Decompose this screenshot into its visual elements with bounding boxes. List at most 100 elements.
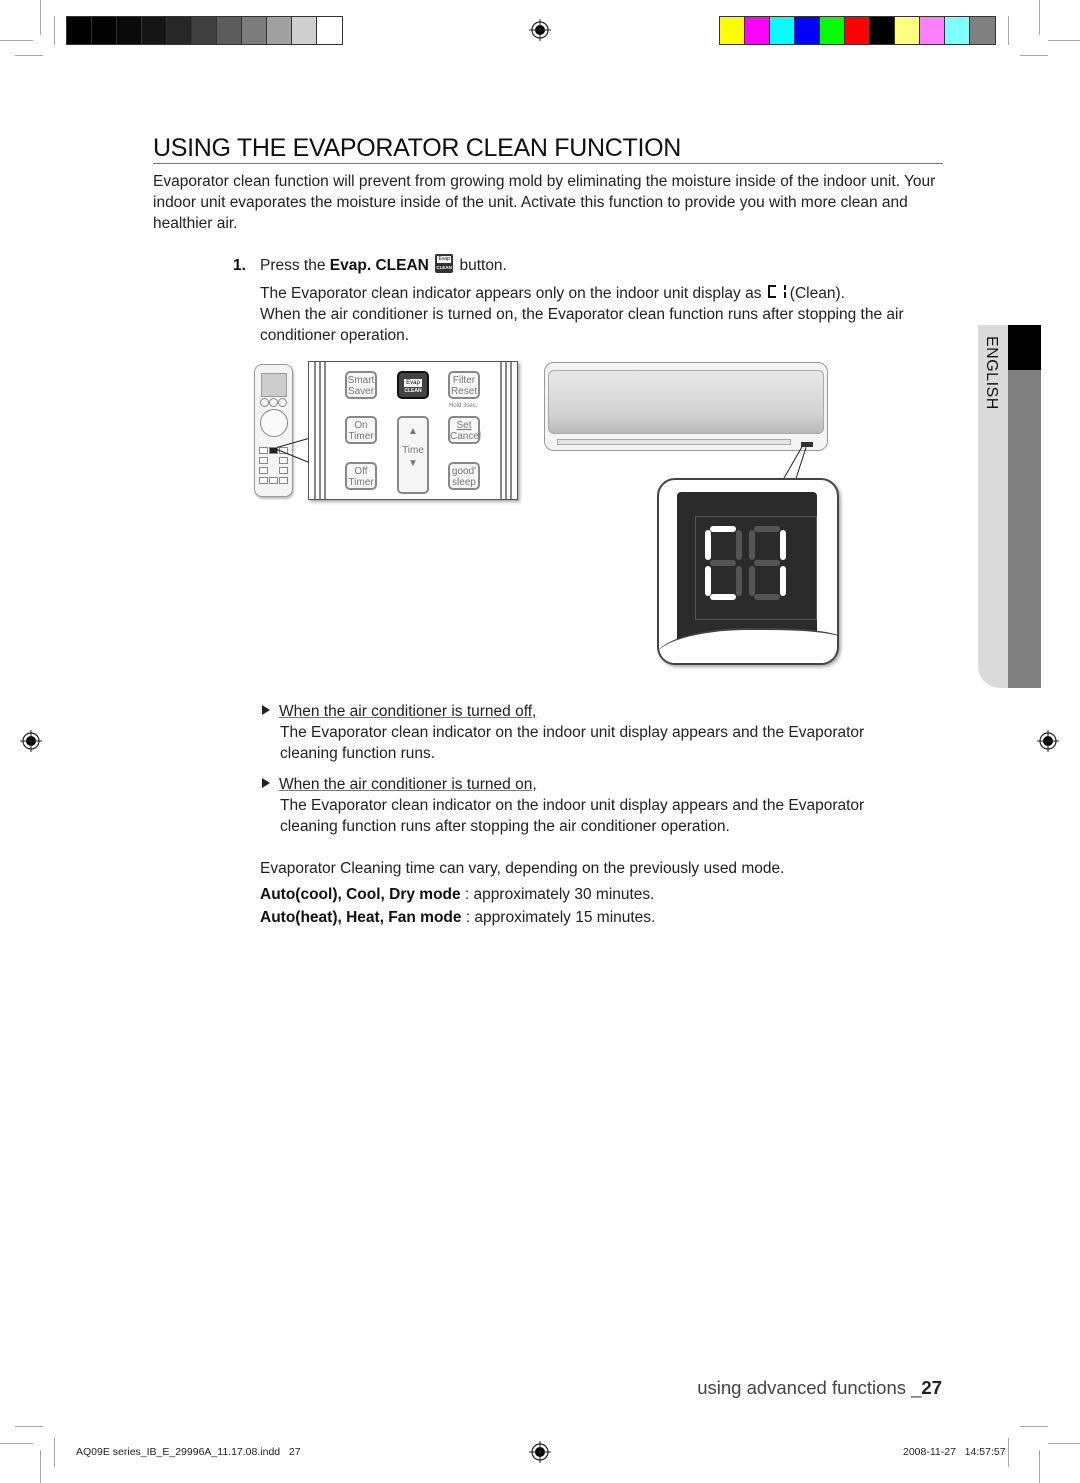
indicator-description: The Evaporator clean indicator appears o… xyxy=(260,284,904,344)
color-swatch xyxy=(895,17,920,44)
color-swatch xyxy=(745,17,770,44)
mode-time-cool: Auto(cool), Cool, Dry mode : approximate… xyxy=(260,886,655,903)
crop-mark xyxy=(0,1443,33,1444)
mode-time-heat: Auto(heat), Heat, Fan mode : approximate… xyxy=(260,909,656,926)
note-body: The Evaporator clean indicator on the in… xyxy=(280,724,865,762)
language-tab-marker xyxy=(1008,325,1041,370)
display-segment-b xyxy=(780,530,786,560)
crop-mark xyxy=(1020,1426,1048,1427)
bullet-triangle-icon xyxy=(262,778,270,788)
display-segment-b xyxy=(736,530,742,560)
color-swatch xyxy=(870,17,895,44)
step-1: 1. Press the Evap. CLEAN Evap CLEAN button… xyxy=(233,254,933,276)
crop-mark xyxy=(0,40,33,41)
crop-mark xyxy=(15,55,43,56)
color-swatch xyxy=(845,17,870,44)
color-swatch xyxy=(795,17,820,44)
registration-mark-icon xyxy=(1037,730,1059,752)
note-body: The Evaporator clean indicator on the in… xyxy=(280,797,865,835)
remote-button xyxy=(259,457,268,464)
grayscale-color-bar xyxy=(66,16,343,45)
remote-button xyxy=(278,398,287,407)
color-swatch xyxy=(167,17,192,44)
registration-mark-icon xyxy=(20,730,42,752)
registration-mark-icon xyxy=(529,19,551,41)
color-swatch xyxy=(720,17,745,44)
filter-reset-button: Filter Reset xyxy=(448,371,480,399)
evap-clean-remote-button: Evap CLEAN xyxy=(397,371,429,399)
crop-mark xyxy=(1020,55,1048,56)
color-swatch xyxy=(117,17,142,44)
crop-mark xyxy=(40,1450,41,1483)
remote-button xyxy=(259,467,268,474)
registration-mark-icon xyxy=(529,1441,551,1463)
display-segment-c xyxy=(736,566,742,596)
color-swatch xyxy=(292,17,317,44)
intro-paragraph: Evaporator clean function will prevent f… xyxy=(153,173,936,232)
down-arrow-icon: ▼ xyxy=(408,458,418,469)
section-footer: using advanced functions _27 xyxy=(697,1377,942,1398)
remote-control-illustration xyxy=(254,364,293,497)
remote-button xyxy=(269,398,278,407)
color-swatch xyxy=(267,17,292,44)
indoor-unit-display xyxy=(801,442,813,447)
display-closeup xyxy=(657,478,839,665)
crop-mark xyxy=(1048,1443,1080,1444)
on-timer-button: On Timer xyxy=(345,416,377,444)
note-heading: When the air conditioner is turned on, xyxy=(279,776,537,793)
display-segment-d xyxy=(710,594,736,600)
crop-mark xyxy=(54,16,55,45)
color-swatch xyxy=(317,17,342,44)
remote-button xyxy=(260,398,269,407)
set-cancel-button: Set Cancel xyxy=(448,416,481,444)
color-swatch xyxy=(770,17,795,44)
evap-clean-button-name: Evap. CLEAN xyxy=(329,257,429,274)
display-segment-e xyxy=(705,566,711,596)
good-sleep-button: good' sleep xyxy=(448,462,480,490)
indoor-unit-air-outlet xyxy=(557,439,791,445)
hold-3sec-note: Hold 3sec. xyxy=(449,403,478,409)
remote-button xyxy=(279,457,288,464)
step-prefix: Press the xyxy=(260,257,330,274)
color-swatch xyxy=(242,17,267,44)
remote-dpad xyxy=(260,409,288,437)
display-segment-a xyxy=(754,526,780,532)
evap-clean-button-icon: Evap CLEAN xyxy=(435,254,454,273)
remote-button xyxy=(279,477,288,484)
print-slug-file: AQ09E series_IB_E_29996A_11.17.08.indd 2… xyxy=(76,1446,301,1458)
remote-panel-closeup: Smart Saver Evap CLEAN Filter Reset Hold 3… xyxy=(308,361,518,500)
crop-mark xyxy=(1039,0,1040,35)
crop-mark xyxy=(15,1426,43,1427)
crop-mark xyxy=(1008,16,1009,45)
step-number: 1. xyxy=(233,257,246,274)
crop-mark xyxy=(1048,40,1080,41)
time-button: ▲ Time ▼ xyxy=(397,416,429,494)
color-swatch xyxy=(970,17,995,44)
color-swatch xyxy=(217,17,242,44)
bullet-triangle-icon xyxy=(262,705,270,715)
step-suffix: button. xyxy=(455,257,507,274)
display-segment-g xyxy=(754,560,780,566)
smart-saver-button: Smart Saver xyxy=(345,371,377,399)
up-arrow-icon: ▲ xyxy=(408,426,418,437)
note-heading: When the air conditioner is turned off, xyxy=(279,703,537,720)
color-swatch xyxy=(920,17,945,44)
page-title: USING THE EVAPORATOR CLEAN FUNCTION xyxy=(153,134,943,164)
language-tab-bar xyxy=(1008,325,1041,688)
language-label: ENGLISH xyxy=(983,336,1000,410)
off-timer-button: Off Timer xyxy=(345,462,377,490)
remote-screen xyxy=(261,373,287,397)
display-segment-e xyxy=(749,566,755,596)
display-segment-c xyxy=(780,566,786,596)
color-swatch xyxy=(945,17,970,44)
color-swatch xyxy=(142,17,167,44)
process-color-bar xyxy=(719,16,996,45)
crop-mark xyxy=(1008,1438,1009,1467)
color-swatch xyxy=(67,17,92,44)
remote-button xyxy=(269,477,278,484)
cleaning-time-note: Evaporator Cleaning time can vary, depen… xyxy=(260,860,785,877)
remote-button xyxy=(259,447,268,454)
note-turned-on: When the air conditioner is turned on, T… xyxy=(262,774,922,837)
color-swatch xyxy=(92,17,117,44)
clean-display-indicator-icon xyxy=(766,284,790,299)
